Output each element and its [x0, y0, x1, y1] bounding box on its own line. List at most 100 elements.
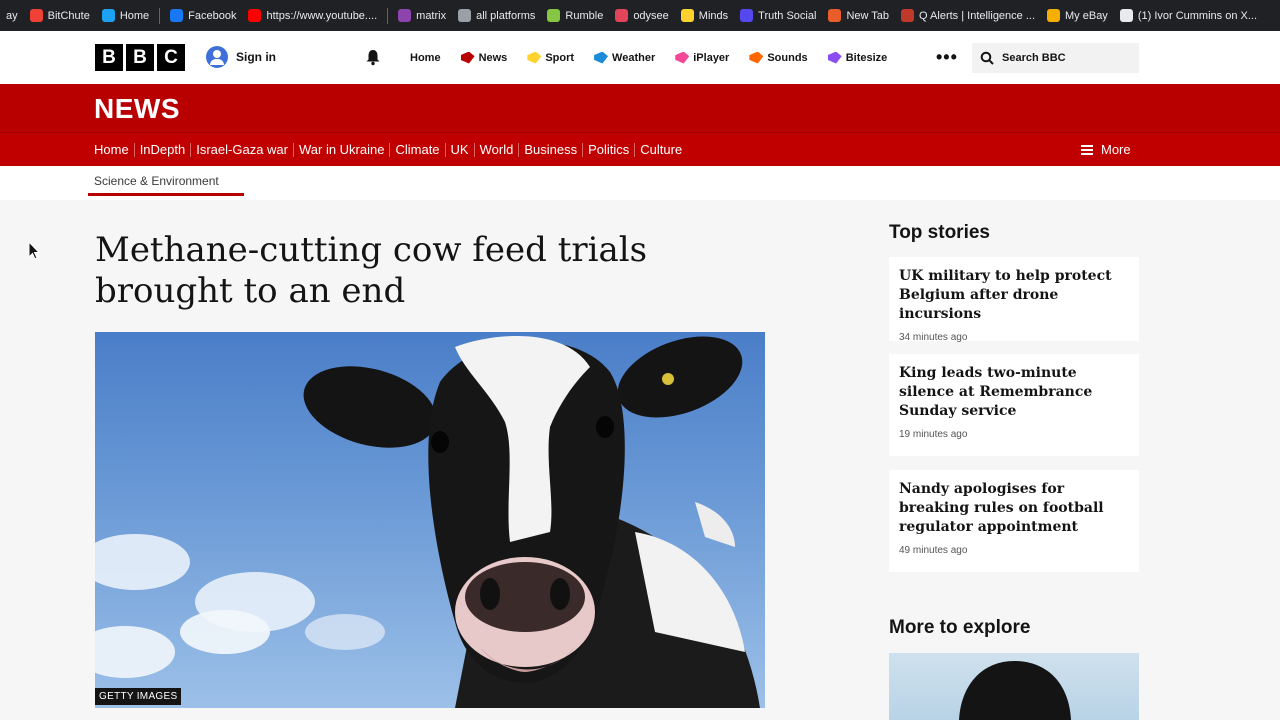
bookmark-label: all platforms	[476, 9, 536, 22]
search-icon	[980, 51, 994, 65]
bookmark-favicon-icon	[1047, 9, 1061, 22]
explore-story-image[interactable]	[889, 653, 1139, 720]
bbc-nav-item-iplayer[interactable]: iPlayer	[665, 51, 739, 64]
bbc-nav-item-home[interactable]: Home	[400, 52, 451, 64]
bookmark-item[interactable]: New Tab	[822, 0, 895, 31]
bookmark-label: Minds	[698, 9, 729, 22]
notifications-bell-icon[interactable]	[364, 48, 382, 66]
logo-letter: B	[126, 44, 154, 71]
news-nav-link[interactable]: UK	[446, 142, 475, 157]
bookmark-favicon-icon	[458, 9, 472, 22]
bbc-nav-label: Bitesize	[845, 51, 888, 64]
bookmark-label: My eBay	[1065, 9, 1108, 22]
bookmark-favicon-icon	[547, 9, 561, 22]
bookmark-favicon-icon	[901, 9, 915, 22]
bookmark-label: (1) Ivor Cummins on X...	[1137, 9, 1258, 22]
subnav-science-environment[interactable]: Science & Environment	[94, 174, 219, 188]
news-nav-link[interactable]: Climate	[390, 142, 446, 157]
story-title[interactable]: King leads two-minute silence at Remembr…	[899, 364, 1129, 421]
story-title[interactable]: Nandy apologises for breaking rules on f…	[899, 480, 1129, 537]
logo-letter: B	[95, 44, 123, 71]
more-menu-dots[interactable]: •••	[936, 47, 958, 68]
bookmark-favicon-icon	[248, 9, 262, 22]
bookmark-label: BitChute	[47, 9, 90, 22]
bookmark-label: Rumble	[565, 9, 604, 22]
story-time: 19 minutes ago	[899, 429, 968, 440]
bookmark-item[interactable]: https://www.youtube....	[242, 0, 383, 31]
news-nav-link[interactable]: Politics	[583, 142, 636, 157]
bbc-nav-item-weather[interactable]: Weather	[584, 51, 665, 64]
news-section-nav: Home InDepth Israel-Gaza war War in Ukraine…	[0, 132, 1280, 166]
news-nav-link[interactable]: War in Ukraine	[294, 142, 391, 157]
bbc-top-nav: Home News Sport Weather iPlayer Sounds Bitesiz…	[400, 31, 897, 84]
bitesize-icon	[827, 51, 842, 64]
cow-photo	[95, 335, 760, 708]
bookmarks-bar: ay BitChute Home Facebook https://www.youtub…	[0, 0, 1280, 31]
bbc-nav-label: Home	[410, 51, 441, 64]
bookmark-item[interactable]: ay	[0, 0, 24, 31]
bookmark-item[interactable]: matrix	[392, 0, 452, 31]
top-story-card[interactable]: UK military to help protect Belgium afte…	[889, 257, 1139, 343]
bbc-nav-item-bitesize[interactable]: Bitesize	[818, 51, 898, 64]
weather-icon	[594, 51, 609, 64]
news-icon	[460, 51, 475, 64]
account-icon	[206, 46, 228, 68]
news-nav-link[interactable]: Business	[519, 142, 584, 157]
logo-letter: C	[157, 44, 185, 71]
bookmark-item[interactable]: My eBay	[1041, 0, 1114, 31]
search-bbc-input[interactable]: Search BBC	[972, 43, 1139, 73]
news-more-menu[interactable]: More	[1081, 142, 1131, 157]
bookmark-item[interactable]: Rumble	[541, 0, 609, 31]
news-banner: NEWS	[0, 84, 1280, 132]
news-nav-link[interactable]: Israel-Gaza war	[191, 142, 294, 157]
bbc-nav-label: iPlayer	[693, 51, 730, 64]
news-nav-link[interactable]: World	[475, 142, 520, 157]
bbc-masthead: B B C Sign in Home News Sport Weather iPlaye…	[0, 31, 1280, 84]
bookmark-item[interactable]: all platforms	[452, 0, 541, 31]
bookmark-item[interactable]: odysee	[609, 0, 674, 31]
bookmark-label: ay	[6, 9, 18, 22]
sign-in-label: Sign in	[236, 50, 276, 64]
hamburger-icon	[1081, 144, 1093, 155]
bbc-nav-item-sport[interactable]: Sport	[517, 51, 584, 64]
image-credit: GETTY IMAGES	[95, 688, 182, 705]
top-story-card[interactable]: King leads two-minute silence at Remembr…	[889, 354, 1139, 456]
bbc-logo[interactable]: B B C	[95, 44, 185, 71]
bookmark-label: matrix	[416, 9, 447, 22]
active-underline	[88, 193, 244, 196]
bbc-nav-item-sounds[interactable]: Sounds	[739, 51, 817, 64]
bookmark-favicon-icon	[615, 9, 629, 22]
bookmark-label: https://www.youtube....	[266, 9, 378, 22]
bookmark-item[interactable]: Truth Social	[734, 0, 822, 31]
story-title[interactable]: UK military to help protect Belgium afte…	[899, 267, 1129, 324]
bookmark-item[interactable]: BitChute	[24, 0, 96, 31]
bookmark-label: New Tab	[846, 9, 890, 22]
bookmark-item[interactable]: Facebook	[164, 0, 242, 31]
news-nav-link[interactable]: Culture	[635, 142, 687, 157]
sounds-icon	[749, 51, 764, 64]
news-more-label: More	[1101, 142, 1131, 157]
explore-photo	[959, 661, 1071, 720]
bbc-nav-item-news[interactable]: News	[451, 51, 518, 64]
bookmark-label: Q Alerts | Intelligence ...	[919, 9, 1036, 22]
news-nav-link[interactable]: Home	[94, 142, 135, 157]
sign-in-link[interactable]: Sign in	[206, 46, 276, 68]
news-nav-links: Home InDepth Israel-Gaza war War in Ukraine…	[94, 133, 687, 166]
top-story-card[interactable]: Nandy apologises for breaking rules on f…	[889, 470, 1139, 572]
search-placeholder: Search BBC	[1002, 52, 1066, 64]
bookmark-favicon-icon	[740, 9, 754, 22]
bookmark-item[interactable]: (1) Ivor Cummins on X...	[1114, 0, 1263, 31]
news-title[interactable]: NEWS	[94, 93, 180, 125]
mouse-cursor-icon	[28, 241, 40, 260]
bookmark-label: Home	[119, 9, 150, 22]
bookmark-item[interactable]: Home	[96, 0, 155, 31]
top-stories-heading: Top stories	[889, 222, 990, 243]
more-to-explore-heading: More to explore	[889, 617, 1031, 638]
bookmark-separator	[387, 7, 389, 24]
story-time: 49 minutes ago	[899, 545, 968, 556]
bookmark-item[interactable]: Q Alerts | Intelligence ...	[895, 0, 1041, 31]
bookmark-separator	[159, 7, 161, 24]
news-nav-link[interactable]: InDepth	[135, 142, 192, 157]
bookmark-favicon-icon	[29, 9, 43, 22]
bookmark-item[interactable]: Minds	[675, 0, 734, 31]
